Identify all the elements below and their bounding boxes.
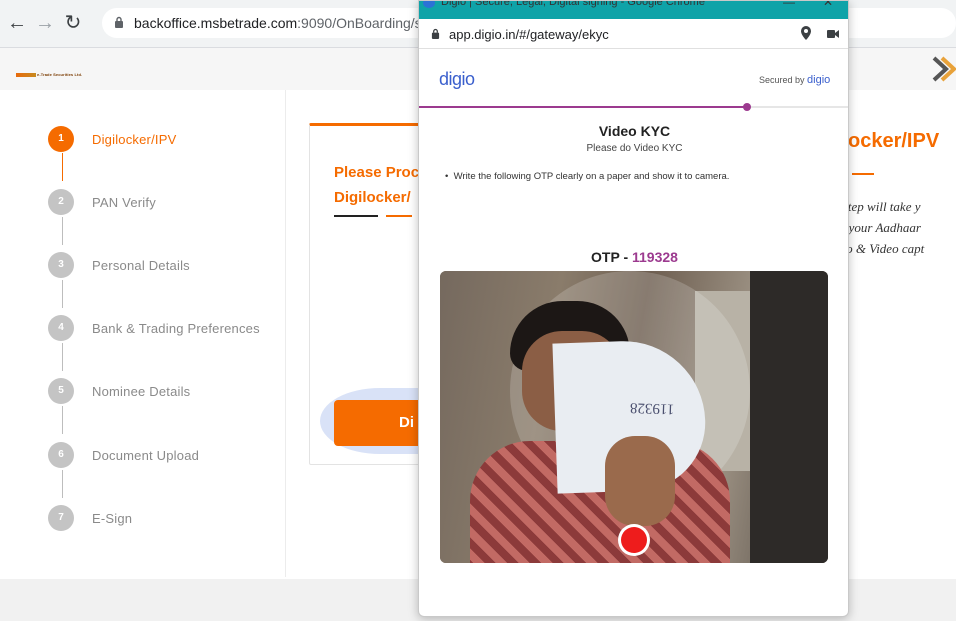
otp-display: OTP - 119328: [591, 249, 678, 265]
secured-by-label: Secured by digio: [759, 74, 831, 86]
minimize-icon[interactable]: —: [783, 1, 795, 9]
digio-favicon-icon: [423, 1, 435, 8]
lock-icon: [431, 28, 440, 39]
step-label: Personal Details: [92, 258, 190, 273]
section-description: t step will take y fy your Aadhaar oto &…: [836, 199, 925, 256]
camera-preview: 119328: [440, 271, 828, 563]
lock-icon: [115, 16, 123, 28]
step-label: Bank & Trading Preferences: [92, 321, 260, 336]
steps-sidebar: 1 Digilocker/IPV 2 PAN Verify 3 Personal…: [0, 90, 286, 577]
otp-code: 119328: [632, 249, 678, 265]
step-number: 5: [48, 378, 74, 404]
step-connector: [62, 153, 63, 181]
step-number: 7: [48, 505, 74, 531]
digio-popup-window: Digio | Secure, Legal, Digital signing -…: [418, 0, 849, 617]
progress-fill: [419, 106, 747, 108]
step-label: Document Upload: [92, 448, 200, 463]
step-connector: [62, 406, 63, 434]
paper-handwritten-otp: 119328: [629, 399, 675, 417]
location-pin-icon[interactable]: [801, 26, 811, 40]
step-label: E-Sign: [92, 511, 133, 526]
digio-header: digio Secured by digio: [419, 49, 848, 111]
step-number: 6: [48, 442, 74, 468]
step-label: PAN Verify: [92, 195, 156, 210]
heading-underline-accent: [386, 215, 412, 217]
digio-logo: digio: [439, 69, 475, 89]
section-title-underline: [852, 173, 874, 175]
card-heading: Please Proc Digilocker/: [334, 164, 420, 206]
step-connector: [62, 470, 63, 498]
step-number: 3: [48, 252, 74, 278]
step-label: Nominee Details: [92, 384, 191, 399]
heading-underline: [334, 215, 378, 217]
back-arrow-icon[interactable]: ←: [6, 12, 28, 34]
url-text: backoffice.msbetrade.com:9090/OnBoarding…: [134, 15, 449, 31]
popup-title-bar: Digio | Secure, Legal, Digital signing -…: [419, 0, 848, 19]
reload-icon[interactable]: ↻: [62, 12, 84, 34]
step-connector: [62, 343, 63, 371]
screen: ← → ↻ backoffice.msbetrade.com:9090/OnBo…: [0, 0, 956, 621]
progress-marker: [743, 103, 751, 111]
popup-window-title: Digio | Secure, Legal, Digital signing -…: [441, 0, 705, 8]
brand-x-logo-icon: [932, 56, 956, 82]
camera-icon[interactable]: [827, 30, 839, 38]
step-connector: [62, 217, 63, 245]
video-kyc-title: Video KYC: [598, 123, 671, 139]
section-title: ocker/IPV: [848, 130, 940, 152]
company-logo: e-Trade Securities Ltd.: [16, 72, 82, 77]
close-icon[interactable]: ✕: [823, 1, 833, 9]
step-number: 1: [48, 126, 74, 152]
video-kyc-subtitle: Please do Video KYC: [586, 143, 683, 154]
step-label: Digilocker/IPV: [92, 132, 177, 147]
step-number: 2: [48, 189, 74, 215]
popup-url-text: app.digio.in/#/gateway/ekyc: [449, 27, 609, 42]
popup-address-bar[interactable]: app.digio.in/#/gateway/ekyc: [419, 19, 848, 49]
instruction-item: • Write the following OTP clearly on a p…: [445, 171, 730, 182]
record-button[interactable]: [618, 524, 650, 556]
record-icon: [621, 527, 647, 553]
step-connector: [62, 280, 63, 308]
step-number: 4: [48, 315, 74, 341]
forward-arrow-icon[interactable]: →: [34, 12, 56, 34]
